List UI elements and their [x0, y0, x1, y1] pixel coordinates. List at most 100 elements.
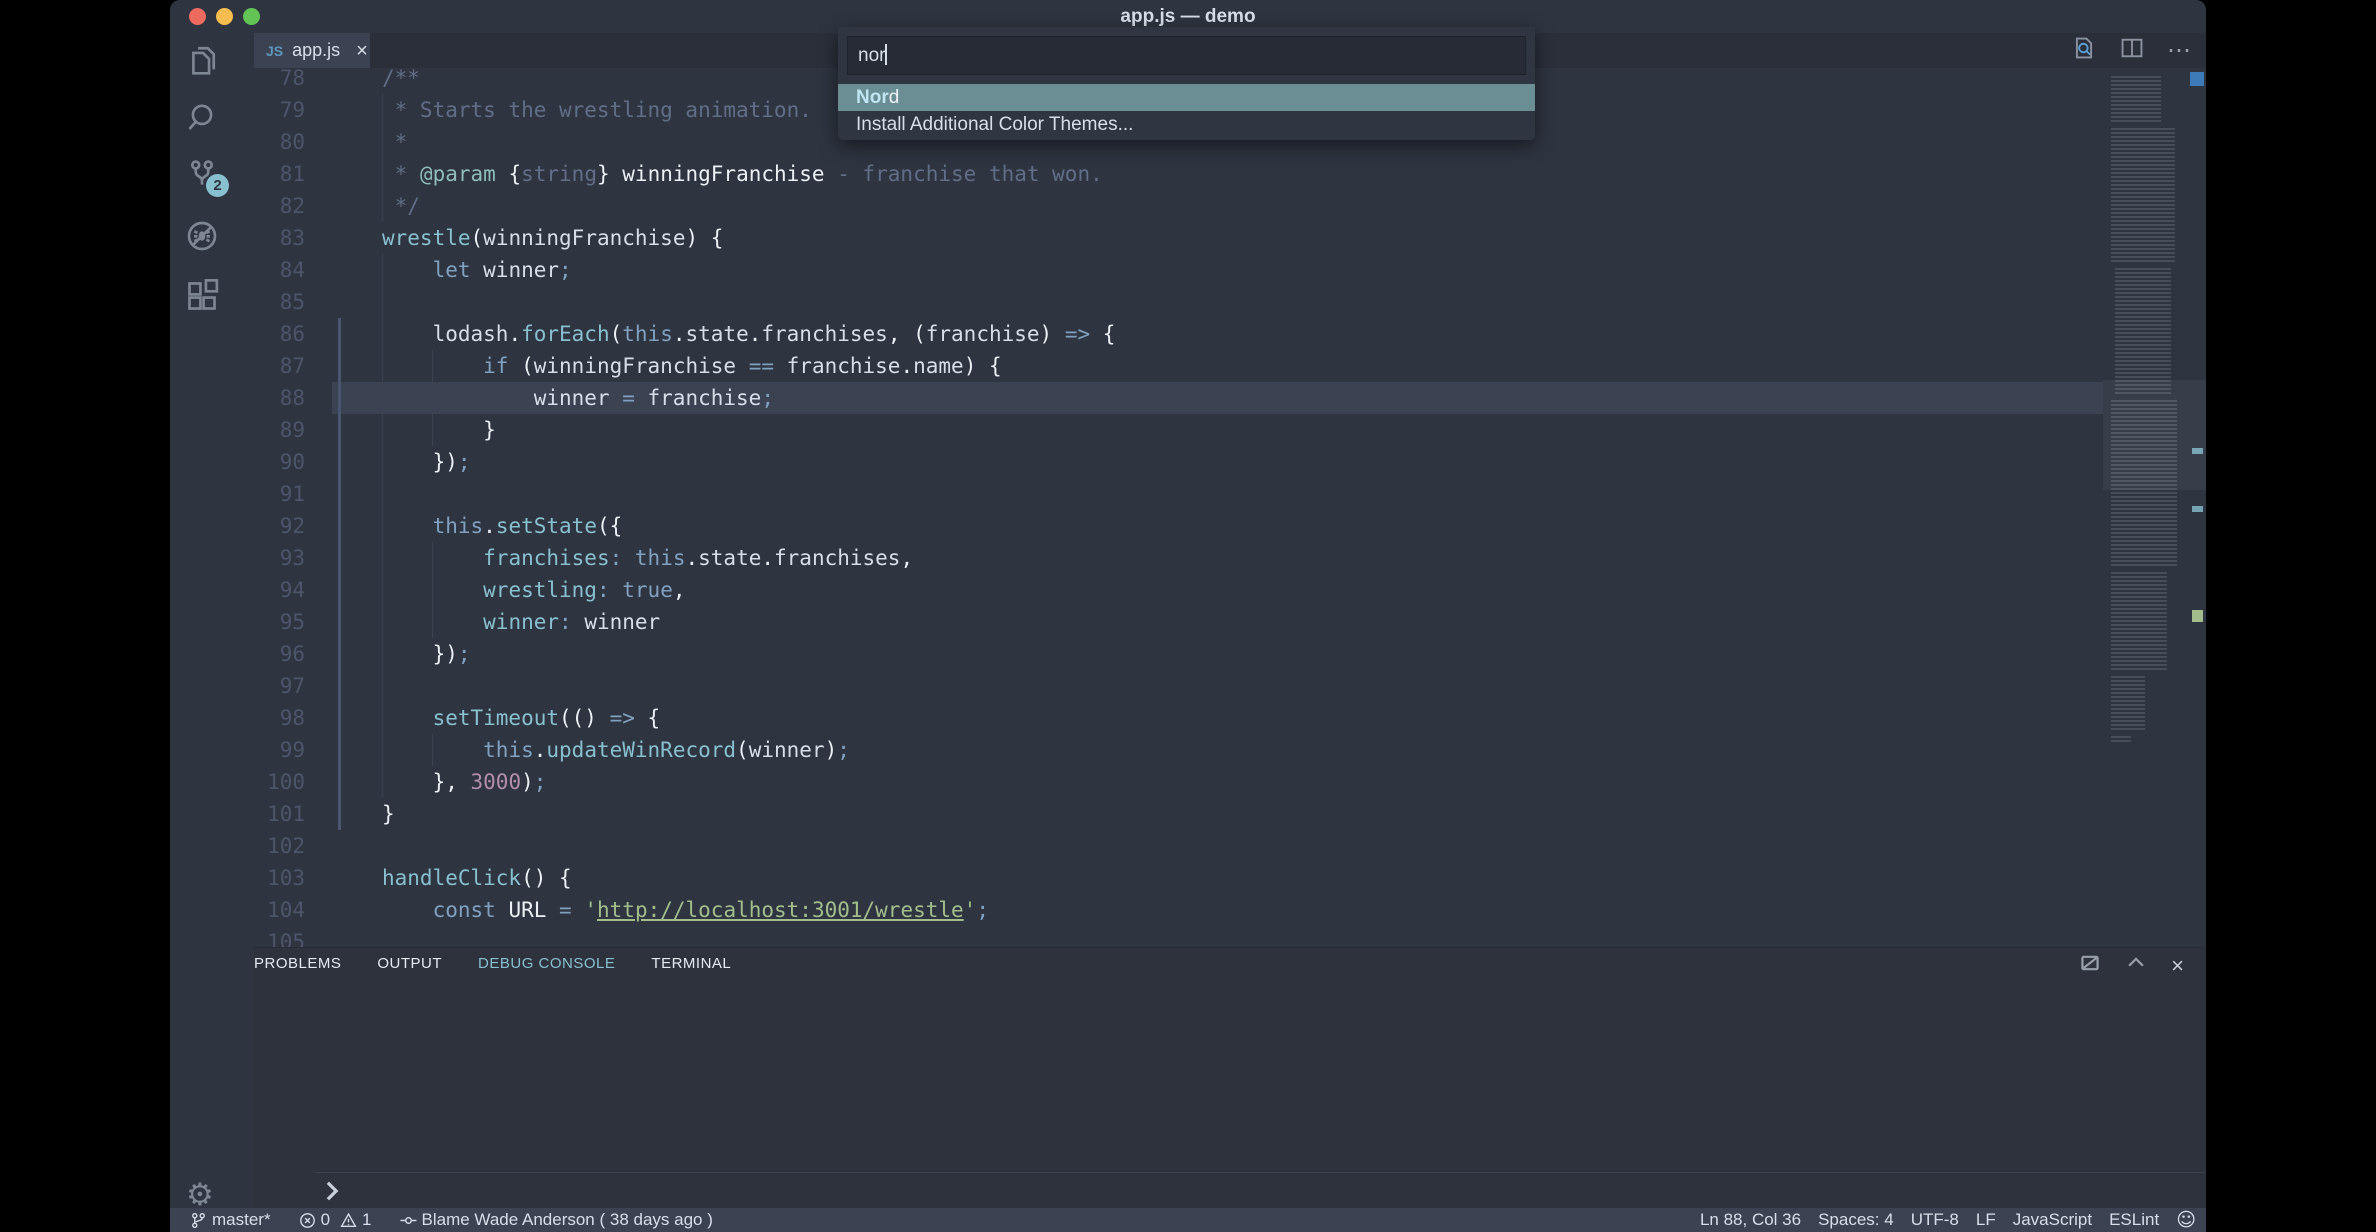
- split-editor-icon[interactable]: [2119, 35, 2145, 66]
- feedback-smiley-icon[interactable]: ☺: [2176, 1209, 2196, 1231]
- line-content: franchises: this.state.franchises,: [332, 542, 2103, 574]
- palette-search-input[interactable]: nor: [847, 36, 1526, 75]
- code-line-87[interactable]: 87 if (winningFranchise == franchise.nam…: [254, 350, 2103, 382]
- panel-tab-output[interactable]: OUTPUT: [377, 955, 442, 972]
- line-number: 89: [254, 414, 305, 446]
- line-number: 96: [254, 638, 305, 670]
- code-line-88[interactable]: 88 winner = franchise;: [254, 382, 2103, 414]
- code-line-103[interactable]: 103handleClick() {: [254, 862, 2103, 894]
- git-modified-gutter-bar: [338, 318, 341, 830]
- search-icon: [184, 100, 220, 136]
- minimap-code-block: [2111, 736, 2131, 744]
- error-count[interactable]: 0: [299, 1210, 330, 1230]
- code-line-83[interactable]: 83wrestle(winningFranchise) {: [254, 222, 2103, 254]
- error-icon: [299, 1212, 316, 1229]
- more-actions-icon[interactable]: ⋯: [2167, 46, 2192, 56]
- line-number: 103: [254, 862, 305, 894]
- panel-tab-problems[interactable]: PROBLEMS: [254, 955, 341, 972]
- open-changes-icon[interactable]: [2071, 35, 2097, 66]
- line-content: [332, 286, 2103, 318]
- minimap[interactable]: [2103, 68, 2206, 947]
- code-line-89[interactable]: 89 }: [254, 414, 2103, 446]
- line-number: 82: [254, 190, 305, 222]
- line-number: 83: [254, 222, 305, 254]
- sidebar-item-debug[interactable]: [184, 218, 220, 254]
- line-number: 80: [254, 126, 305, 158]
- console-prompt-icon[interactable]: [324, 1180, 340, 1207]
- panel-tab-terminal[interactable]: TERMINAL: [651, 955, 731, 972]
- line-number: 104: [254, 894, 305, 926]
- close-panel-icon[interactable]: ×: [2171, 958, 2184, 974]
- code-line-96[interactable]: 96 });: [254, 638, 2103, 670]
- sidebar-item-search[interactable]: [184, 100, 220, 136]
- minimap-slider[interactable]: [2103, 380, 2206, 490]
- panel-tab-debug-console[interactable]: DEBUG CONSOLE: [478, 955, 615, 972]
- status-bar-right: Ln 88, Col 36 Spaces: 4 UTF-8 LF JavaScript E…: [1700, 1209, 2206, 1231]
- code-line-82[interactable]: 82 */: [254, 190, 2103, 222]
- code-line-85[interactable]: 85: [254, 286, 2103, 318]
- minimap-code-block: [2111, 676, 2145, 732]
- item-label: Install Additional Color Themes...: [856, 114, 1133, 135]
- line-number: 91: [254, 478, 305, 510]
- code-line-93[interactable]: 93 franchises: this.state.franchises,: [254, 542, 2103, 574]
- palette-item-1[interactable]: Install Additional Color Themes...: [838, 111, 1535, 138]
- close-tab-icon[interactable]: ×: [356, 41, 368, 61]
- line-content: }, 3000);: [332, 766, 2103, 798]
- sidebar-item-source-control[interactable]: 2: [184, 158, 220, 194]
- palette-results-list: Nord Install Additional Color Themes...: [838, 84, 1535, 138]
- status-bar-left: master* 0 1: [170, 1210, 1700, 1230]
- warning-count[interactable]: 1: [340, 1210, 371, 1230]
- line-content: }: [332, 798, 2103, 830]
- line-number: 79: [254, 94, 305, 126]
- line-number: 98: [254, 702, 305, 734]
- code-line-81[interactable]: 81 * @param {string} winningFranchise - …: [254, 158, 2103, 190]
- status-item[interactable]: JavaScript: [2013, 1210, 2092, 1230]
- branch-name: master*: [212, 1210, 271, 1230]
- code-editor[interactable]: 78/**79 * Starts the wrestling animation…: [254, 68, 2103, 947]
- status-item[interactable]: ESLint: [2109, 1210, 2159, 1230]
- sidebar-item-extensions[interactable]: [184, 278, 220, 314]
- git-blame-status[interactable]: Blame Wade Anderson ( 38 days ago ): [400, 1210, 713, 1230]
- line-number: 101: [254, 798, 305, 830]
- code-line-84[interactable]: 84 let winner;: [254, 254, 2103, 286]
- overview-ruler-modified-mark: [2192, 506, 2203, 512]
- code-line-99[interactable]: 99 this.updateWinRecord(winner);: [254, 734, 2103, 766]
- sidebar-item-explorer[interactable]: [184, 42, 220, 78]
- clear-console-icon[interactable]: [2079, 952, 2101, 979]
- line-content: */: [332, 190, 2103, 222]
- code-line-95[interactable]: 95 winner: winner: [254, 606, 2103, 638]
- status-item[interactable]: UTF-8: [1911, 1210, 1959, 1230]
- warning-count-value: 1: [362, 1210, 371, 1230]
- code-line-97[interactable]: 97: [254, 670, 2103, 702]
- code-line-102[interactable]: 102: [254, 830, 2103, 862]
- panel-tabs: PROBLEMS OUTPUT DEBUG CONSOLE TERMINAL: [254, 948, 731, 979]
- code-line-98[interactable]: 98 setTimeout(() => {: [254, 702, 2103, 734]
- tab-app-js[interactable]: JS app.js ×: [254, 33, 370, 68]
- overview-ruler-added-mark: [2192, 610, 2203, 622]
- status-item[interactable]: Ln 88, Col 36: [1700, 1210, 1801, 1230]
- line-number: 93: [254, 542, 305, 574]
- code-line-101[interactable]: 101}: [254, 798, 2103, 830]
- overview-ruler-modified-mark: [2192, 448, 2203, 454]
- maximize-panel-icon[interactable]: [2125, 952, 2147, 979]
- code-line-94[interactable]: 94 wrestling: true,: [254, 574, 2103, 606]
- palette-item-0[interactable]: Nord: [838, 84, 1535, 111]
- status-item[interactable]: Spaces: 4: [1818, 1210, 1894, 1230]
- line-content: setTimeout(() => {: [332, 702, 2103, 734]
- activity-bar: 2 ⚙: [170, 33, 254, 1208]
- code-line-104[interactable]: 104 const URL = 'http://localhost:3001/w…: [254, 894, 2103, 926]
- line-number: 97: [254, 670, 305, 702]
- git-branch-status[interactable]: master*: [190, 1210, 271, 1230]
- code-line-92[interactable]: 92 this.setState({: [254, 510, 2103, 542]
- editor-actions: ⋯: [2071, 33, 2192, 68]
- code-line-91[interactable]: 91: [254, 478, 2103, 510]
- status-item[interactable]: LF: [1976, 1210, 1996, 1230]
- code-line-100[interactable]: 100 }, 3000);: [254, 766, 2103, 798]
- warning-icon: [340, 1212, 357, 1229]
- minimap-code-block: [2111, 128, 2175, 264]
- item-label: d: [889, 87, 900, 108]
- code-line-90[interactable]: 90 });: [254, 446, 2103, 478]
- code-line-86[interactable]: 86 lodash.forEach(this.state.franchises,…: [254, 318, 2103, 350]
- command-palette: nor Nord Install Additional Color Themes.…: [838, 27, 1535, 140]
- code-line-105[interactable]: 105: [254, 926, 2103, 947]
